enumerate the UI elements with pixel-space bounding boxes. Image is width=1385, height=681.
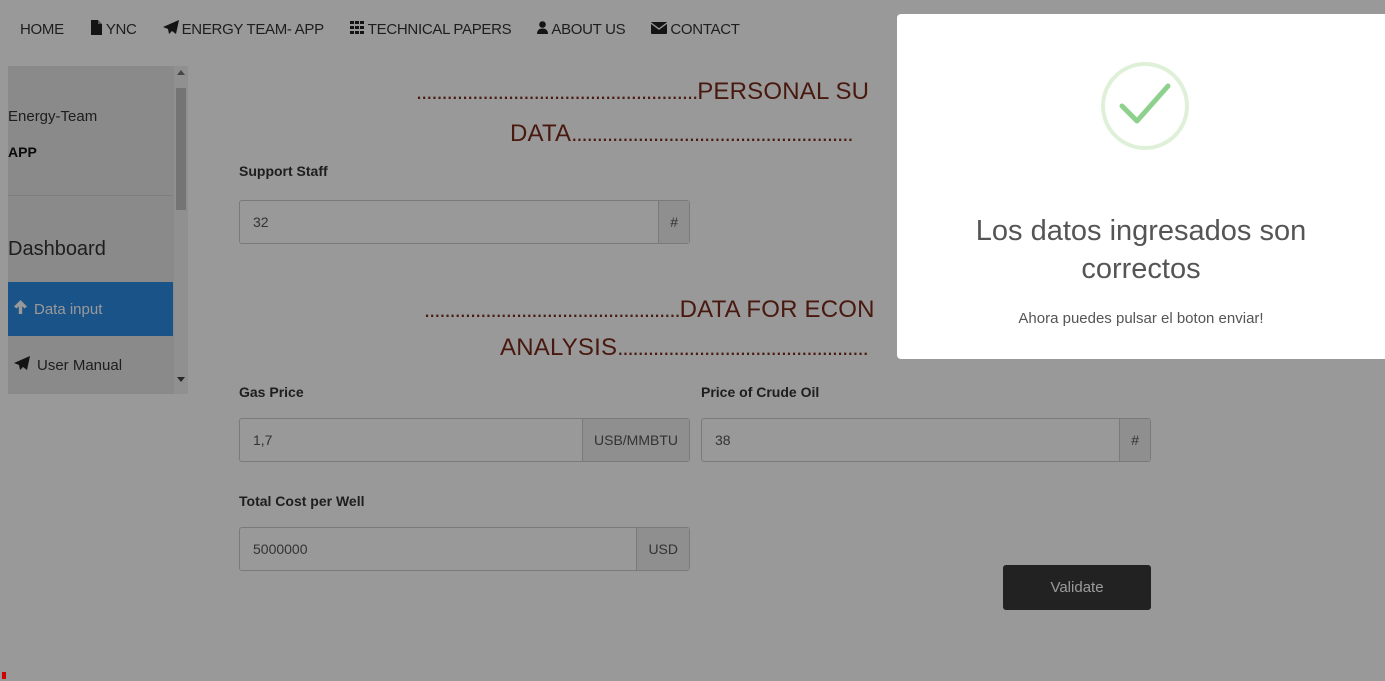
modal-message: Ahora puedes pulsar el boton enviar! [1018, 310, 1264, 327]
success-check-icon [1101, 62, 1189, 150]
stray-marker [2, 672, 6, 679]
modal-title-line2: correctos [1081, 253, 1201, 285]
modal-title-line1: Los datos ingresados son [975, 215, 1307, 247]
modal-title: Los datos ingresados son correctos [897, 212, 1385, 288]
